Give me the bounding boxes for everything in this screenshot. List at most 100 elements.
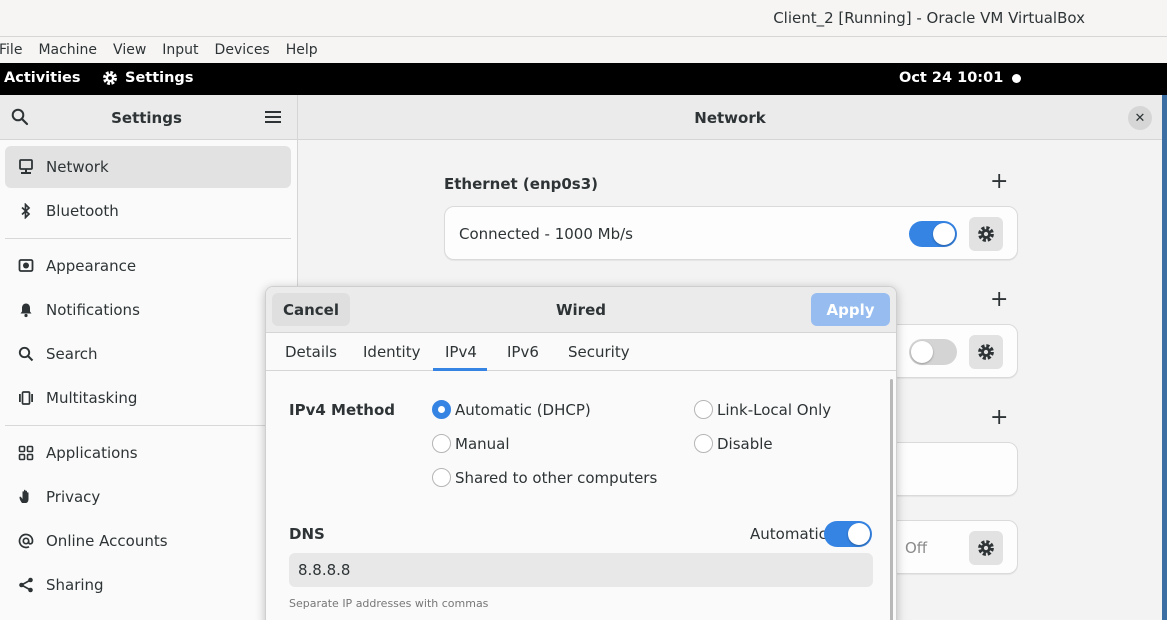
menu-view[interactable]: View [105,42,154,58]
dialog-title: Wired [556,301,606,319]
ethernet-toggle[interactable] [909,221,957,247]
grid-icon [17,445,35,461]
sidebar-item-label: Applications [46,444,138,462]
sidebar-item-applications[interactable]: Applications [5,432,291,474]
radio-link-local[interactable]: Link-Local Only [694,400,831,419]
dns-input[interactable]: 8.8.8.8 [289,553,873,587]
sidebar-header: Settings [0,95,297,140]
sidebar-item-appearance[interactable]: Appearance [5,245,291,287]
dns-hint: Separate IP addresses with commas [289,597,489,610]
ipv4-method-label: IPv4 Method [289,401,396,419]
gear-icon [978,344,994,360]
sidebar-title: Settings [111,109,182,127]
toggle-knob [933,223,955,245]
proxy-settings-button[interactable] [969,531,1003,565]
sidebar-item-label: Search [46,345,98,363]
hand-icon [17,489,35,505]
ethernet-settings-button[interactable] [969,217,1003,251]
sidebar-item-label: Sharing [46,576,104,594]
gear-icon [103,71,117,85]
desktop-edge [1162,95,1167,620]
ethernet-status: Connected - 1000 Mb/s [459,225,633,243]
add-plus-icon[interactable]: + [990,405,1008,430]
sidebar-list: Network Bluetooth Appearance Notificatio… [0,140,297,606]
add-vpn-plus-icon[interactable]: + [990,287,1008,312]
gear-icon [978,540,994,556]
menu-machine[interactable]: Machine [30,42,105,58]
sidebar-item-label: Multitasking [46,389,138,407]
bell-icon [17,302,35,318]
sidebar-item-online-accounts[interactable]: Online Accounts [5,520,291,562]
clock[interactable]: Oct 24 10:01 [899,70,1003,86]
tab-security[interactable]: Security [568,343,630,361]
status-dot-icon[interactable] [1012,74,1021,83]
vbox-titlebar: Client_2 [Running] - Oracle VM VirtualBo… [0,0,1167,37]
radio-disable[interactable]: Disable [694,434,773,453]
sidebar-item-sharing[interactable]: Sharing [5,564,291,606]
hamburger-menu-icon[interactable] [264,109,282,129]
network-icon [17,159,35,175]
appearance-icon [17,258,35,274]
radio-unchecked-icon [694,400,713,419]
dns-automatic-label: Automatic [750,525,827,543]
at-icon [17,533,35,549]
scrollbar[interactable] [890,379,893,620]
tab-ipv4[interactable]: IPv4 [445,343,477,361]
radio-checked-icon [432,400,451,419]
radio-automatic-dhcp[interactable]: Automatic (DHCP) [432,400,591,419]
radio-shared[interactable]: Shared to other computers [432,468,657,487]
tab-identity[interactable]: Identity [363,343,421,361]
gnome-topbar: Activities Settings Oct 24 10:01 [0,63,1167,95]
close-icon[interactable]: ✕ [1128,106,1152,130]
menu-input[interactable]: Input [154,42,206,58]
sidebar-item-privacy[interactable]: Privacy [5,476,291,518]
sidebar-item-label: Notifications [46,301,140,319]
vpn-settings-button[interactable] [969,335,1003,369]
gear-icon [978,226,994,242]
radio-unchecked-icon [432,468,451,487]
app-name: Settings [125,70,194,86]
vbox-menubar: File Machine View Input Devices Help [0,37,1167,63]
sidebar-item-bluetooth[interactable]: Bluetooth [5,190,291,232]
activities-button[interactable]: Activities [4,70,81,86]
share-icon [17,577,35,593]
app-menu[interactable]: Settings [102,70,193,86]
main-header: Network ✕ [298,95,1162,140]
add-connection-plus-icon[interactable]: + [990,169,1008,194]
radio-label: Shared to other computers [455,468,658,487]
dns-label: DNS [289,525,325,543]
sidebar-item-multitasking[interactable]: Multitasking [5,377,291,419]
sidebar-item-label: Bluetooth [46,202,119,220]
tab-ipv6[interactable]: IPv6 [507,343,539,361]
menu-file[interactable]: File [0,42,30,58]
menu-help[interactable]: Help [278,42,326,58]
sidebar-item-network[interactable]: Network [5,146,291,188]
ethernet-connection-card: Connected - 1000 Mb/s [444,206,1018,260]
radio-unchecked-icon [432,434,451,453]
radio-label: Automatic (DHCP) [455,400,591,419]
vbox-window-title: Client_2 [Running] - Oracle VM VirtualBo… [773,9,1085,27]
search-icon [17,346,35,362]
vpn-toggle[interactable] [909,339,957,365]
sidebar-item-search[interactable]: Search [5,333,291,375]
bluetooth-icon [17,203,35,219]
dns-automatic-toggle[interactable] [824,521,872,547]
multitasking-icon [17,390,35,406]
divider [5,238,291,239]
wired-dialog: Cancel Wired Apply Details Identity IPv4… [265,286,897,620]
sidebar: Settings Network Bluetooth Appearance No… [0,95,298,620]
sidebar-item-notifications[interactable]: Notifications [5,289,291,331]
sidebar-item-label: Privacy [46,488,101,506]
dialog-header: Cancel Wired Apply [266,287,896,333]
apply-button[interactable]: Apply [811,293,890,326]
radio-label: Manual [455,434,510,453]
dialog-tabs: Details Identity IPv4 IPv6 Security [266,333,896,371]
ethernet-section-title: Ethernet (enp0s3) [444,175,599,193]
radio-unchecked-icon [694,434,713,453]
sidebar-item-label: Online Accounts [46,532,168,550]
tab-details[interactable]: Details [285,343,337,361]
sidebar-item-label: Appearance [46,257,137,275]
radio-label: Disable [717,434,773,453]
radio-manual[interactable]: Manual [432,434,510,453]
menu-devices[interactable]: Devices [207,42,278,58]
